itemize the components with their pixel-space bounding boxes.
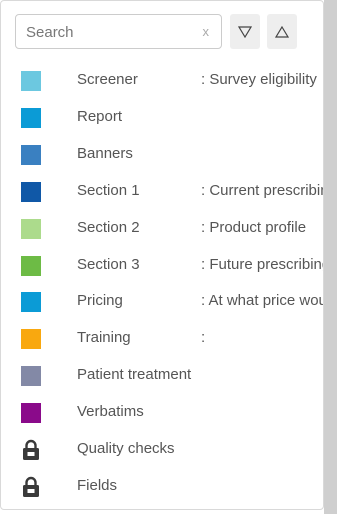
search-box: x	[15, 14, 222, 49]
color-swatch	[21, 403, 41, 424]
item-description: : Future prescribing	[201, 255, 324, 273]
list-item[interactable]: Section 1 : Current prescribing	[1, 172, 324, 209]
list-item[interactable]: Quality checks	[1, 430, 323, 467]
lock-icon	[23, 439, 39, 460]
item-label: Section 3	[77, 255, 140, 273]
color-swatch	[21, 329, 41, 350]
list-item[interactable]: Patient treatment	[1, 356, 323, 393]
item-label: Pricing	[77, 292, 123, 310]
color-swatch	[21, 255, 41, 276]
sort-descending-button[interactable]	[230, 14, 260, 49]
triangle-down-icon	[238, 25, 252, 38]
item-label: Quality checks	[77, 440, 175, 457]
list-item[interactable]: Section 3 : Future prescribing	[1, 246, 324, 283]
clear-search-button[interactable]: x	[203, 23, 210, 41]
list-item[interactable]: Section 2 : Product profile	[1, 209, 323, 246]
item-description: : Survey eligibility	[201, 71, 317, 88]
color-swatch	[21, 181, 41, 202]
search-input[interactable]	[26, 22, 191, 42]
list-item[interactable]: Screener : Survey eligibility	[1, 61, 323, 98]
color-swatch	[21, 292, 41, 313]
color-swatch	[21, 366, 41, 387]
list-item[interactable]: Report	[1, 98, 323, 135]
list-item[interactable]: Training:	[1, 319, 323, 356]
item-label: Training	[77, 329, 131, 347]
lock-icon	[23, 476, 39, 497]
item-description: : Current prescribing	[201, 181, 324, 199]
item-label: Screener	[77, 71, 138, 88]
item-label: Patient treatment	[77, 366, 192, 384]
triangle-up-icon	[275, 25, 289, 38]
scrollbar[interactable]	[324, 0, 337, 514]
item-label: Section 1	[77, 181, 140, 199]
item-label: Fields	[77, 476, 118, 494]
item-description: :	[201, 329, 206, 347]
color-swatch	[21, 218, 41, 239]
item-description: : At what price would	[201, 292, 323, 310]
item-label: Banners	[77, 144, 133, 162]
list-item[interactable]: Fields	[1, 467, 323, 504]
list-item[interactable]: Banners	[1, 135, 323, 172]
list-item[interactable]: Verbatims	[1, 393, 323, 430]
color-swatch	[21, 71, 41, 91]
sort-ascending-button[interactable]	[267, 14, 297, 49]
sections-panel: x Screener : Survey eligibility Report Bann…	[0, 0, 324, 510]
item-description: : Product profile	[201, 218, 307, 236]
item-label: Section 2	[77, 218, 140, 236]
color-swatch	[21, 107, 41, 128]
item-label: Report	[77, 107, 123, 125]
color-swatch	[21, 144, 41, 165]
list-item[interactable]: Pricing : At what price would	[1, 282, 323, 319]
item-label: Verbatims	[77, 403, 144, 421]
